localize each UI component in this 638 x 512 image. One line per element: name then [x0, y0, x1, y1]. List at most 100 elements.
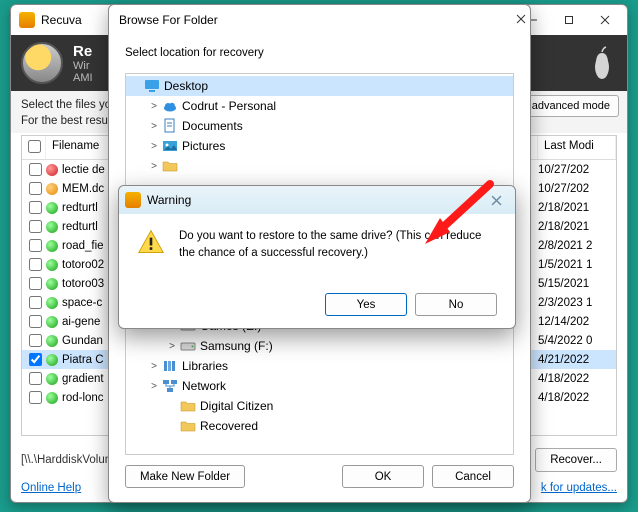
- tree-node[interactable]: Digital Citizen: [126, 396, 513, 416]
- status-dot: [46, 297, 58, 309]
- tree-node[interactable]: >Documents: [126, 116, 513, 136]
- status-dot: [46, 240, 58, 252]
- row-checkbox[interactable]: [29, 182, 42, 195]
- browse-title-text: Browse For Folder: [119, 13, 516, 27]
- tree-label: Desktop: [164, 79, 208, 93]
- file-date: 4/21/2022: [538, 354, 616, 366]
- row-checkbox[interactable]: [29, 277, 42, 290]
- tree-label: Network: [182, 379, 226, 393]
- row-checkbox[interactable]: [29, 296, 42, 309]
- expand-icon[interactable]: >: [148, 121, 160, 132]
- drive-icon: [180, 338, 196, 354]
- tree-label: Libraries: [182, 359, 228, 373]
- warning-titlebar: Warning: [119, 186, 515, 214]
- status-dot: [46, 202, 58, 214]
- tree-node[interactable]: > Codrut - Personal: [126, 96, 513, 116]
- folder-icon: [180, 398, 196, 414]
- status-dot: [46, 392, 58, 404]
- row-checkbox[interactable]: [29, 220, 42, 233]
- expand-icon[interactable]: >: [166, 341, 178, 352]
- tree-node[interactable]: > Network: [126, 376, 513, 396]
- warning-close-button[interactable]: [483, 190, 509, 210]
- status-dot: [46, 221, 58, 233]
- warning-message: Do you want to restore to the same drive…: [179, 228, 497, 285]
- recover-button[interactable]: Recover...: [535, 448, 617, 472]
- pic-icon: [162, 138, 178, 154]
- tree-node[interactable]: > Pictures: [126, 136, 513, 156]
- tree-label: Codrut - Personal: [182, 99, 276, 113]
- status-dot: [46, 278, 58, 290]
- cloud-icon: [162, 98, 178, 114]
- online-help-link[interactable]: Online Help: [21, 482, 81, 494]
- expand-icon[interactable]: >: [148, 361, 160, 372]
- warning-yes-button[interactable]: Yes: [325, 293, 407, 316]
- file-date: 10/27/202: [538, 164, 616, 176]
- warning-title: Warning: [147, 193, 483, 207]
- row-checkbox[interactable]: [29, 258, 42, 271]
- tree-node[interactable]: > Samsung (F:): [126, 336, 513, 356]
- close-button[interactable]: [587, 8, 623, 32]
- maximize-button[interactable]: [551, 8, 587, 32]
- browse-close-button[interactable]: [516, 13, 526, 27]
- status-dot: [46, 164, 58, 176]
- make-new-folder-button[interactable]: Make New Folder: [125, 465, 245, 488]
- file-date: 4/18/2022: [538, 392, 616, 404]
- browse-cancel-button[interactable]: Cancel: [432, 465, 514, 488]
- warning-dialog: Warning Do you want to restore to the sa…: [118, 185, 516, 329]
- status-dot: [46, 316, 58, 328]
- desktop-icon: [144, 78, 160, 94]
- pear-logo: [587, 45, 617, 81]
- row-checkbox[interactable]: [29, 239, 42, 252]
- tree-label: Recovered: [200, 419, 258, 433]
- doc-icon: [162, 118, 178, 134]
- hard-drive-icon: [21, 42, 63, 84]
- status-dot: [46, 183, 58, 195]
- expand-icon[interactable]: >: [148, 101, 160, 112]
- file-date: 5/15/2021: [538, 278, 616, 290]
- status-dot: [46, 373, 58, 385]
- file-date: 2/8/2021 2: [538, 240, 616, 252]
- file-date: 2/18/2021: [538, 221, 616, 233]
- file-date: 10/27/202: [538, 183, 616, 195]
- warning-triangle-icon: [137, 228, 165, 256]
- file-date: 5/4/2022 0: [538, 335, 616, 347]
- select-all-checkbox[interactable]: [28, 140, 41, 153]
- warning-body: Do you want to restore to the same drive…: [119, 214, 515, 289]
- row-checkbox[interactable]: [29, 334, 42, 347]
- check-updates-link[interactable]: k for updates...: [541, 482, 617, 494]
- status-dot: [46, 335, 58, 347]
- row-checkbox[interactable]: [29, 163, 42, 176]
- row-checkbox[interactable]: [29, 391, 42, 404]
- file-date: 1/5/2021 1: [538, 259, 616, 271]
- file-date: 2/3/2023 1: [538, 297, 616, 309]
- expand-icon[interactable]: >: [148, 381, 160, 392]
- browse-prompt: Select location for recovery: [125, 39, 514, 73]
- row-checkbox[interactable]: [29, 201, 42, 214]
- row-checkbox[interactable]: [29, 353, 42, 366]
- lib-icon: [162, 358, 178, 374]
- tree-node[interactable]: Desktop: [126, 76, 513, 96]
- file-date: 12/14/202: [538, 316, 616, 328]
- warning-buttons: Yes No: [119, 289, 515, 328]
- status-dot: [46, 259, 58, 271]
- expand-icon[interactable]: >: [148, 161, 160, 172]
- browse-ok-button[interactable]: OK: [342, 465, 424, 488]
- folder-icon: [180, 418, 196, 434]
- tree-label: Pictures: [182, 139, 225, 153]
- tree-label: Samsung (F:): [200, 339, 273, 353]
- row-checkbox[interactable]: [29, 315, 42, 328]
- tree-node[interactable]: > Libraries: [126, 356, 513, 376]
- net-icon: [162, 378, 178, 394]
- warning-no-button[interactable]: No: [415, 293, 497, 316]
- tree-label: Digital Citizen: [200, 399, 273, 413]
- app-icon: [19, 12, 35, 28]
- file-date: 2/18/2021: [538, 202, 616, 214]
- row-checkbox[interactable]: [29, 372, 42, 385]
- expand-icon[interactable]: >: [148, 141, 160, 152]
- warning-app-icon: [125, 192, 141, 208]
- tree-node[interactable]: Recovered: [126, 416, 513, 436]
- tree-node[interactable]: >: [126, 156, 513, 176]
- col-last-modified[interactable]: Last Modi: [538, 136, 616, 159]
- file-date: 4/18/2022: [538, 373, 616, 385]
- folder-icon: [162, 158, 178, 174]
